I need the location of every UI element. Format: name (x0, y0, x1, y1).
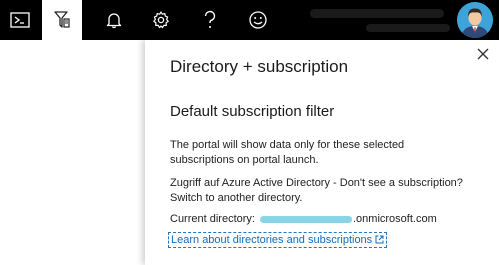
avatar[interactable] (457, 2, 493, 38)
directory-subscription-filter-button[interactable] (42, 0, 82, 40)
feedback-button[interactable] (238, 0, 278, 40)
help-button[interactable] (190, 0, 230, 40)
account-menu[interactable] (304, 0, 452, 40)
learn-directories-link[interactable]: Learn about directories and subscription… (168, 232, 388, 248)
external-link-icon (375, 235, 384, 244)
user-avatar-icon (457, 2, 493, 38)
help-icon (204, 10, 216, 28)
background-page (0, 40, 145, 265)
notifications-button[interactable] (94, 0, 134, 40)
subscription-filter-description: The portal will show data only for these… (170, 139, 405, 166)
smiley-icon (249, 11, 267, 29)
current-directory-domain: .onmicrosoft.com (352, 213, 437, 225)
current-directory-row: Current directory: .onmicrosoft.com (170, 212, 470, 227)
panel-title: Directory + subscription (170, 57, 349, 76)
redacted-directory-name (259, 216, 352, 223)
section-title: Default subscription filter (170, 103, 335, 120)
close-button[interactable] (475, 46, 491, 62)
settings-button[interactable] (141, 0, 181, 40)
bell-icon (106, 13, 122, 29)
terminal-icon (10, 12, 30, 28)
learn-directories-link-text: Learn about directories and subscription… (171, 234, 373, 246)
directory-switch-description: Zugriff auf Azure Active Directory - Don… (170, 177, 463, 204)
directory-subscription-panel: Directory + subscription Default subscri… (145, 40, 499, 265)
filter-icon (54, 11, 70, 28)
close-icon (477, 48, 489, 60)
redacted-account-name (310, 9, 444, 18)
current-directory-label: Current directory: (170, 213, 255, 225)
gear-icon (153, 11, 169, 29)
top-bar (0, 0, 499, 40)
redacted-account-directory (366, 24, 450, 32)
cloud-shell-button[interactable] (0, 0, 40, 40)
